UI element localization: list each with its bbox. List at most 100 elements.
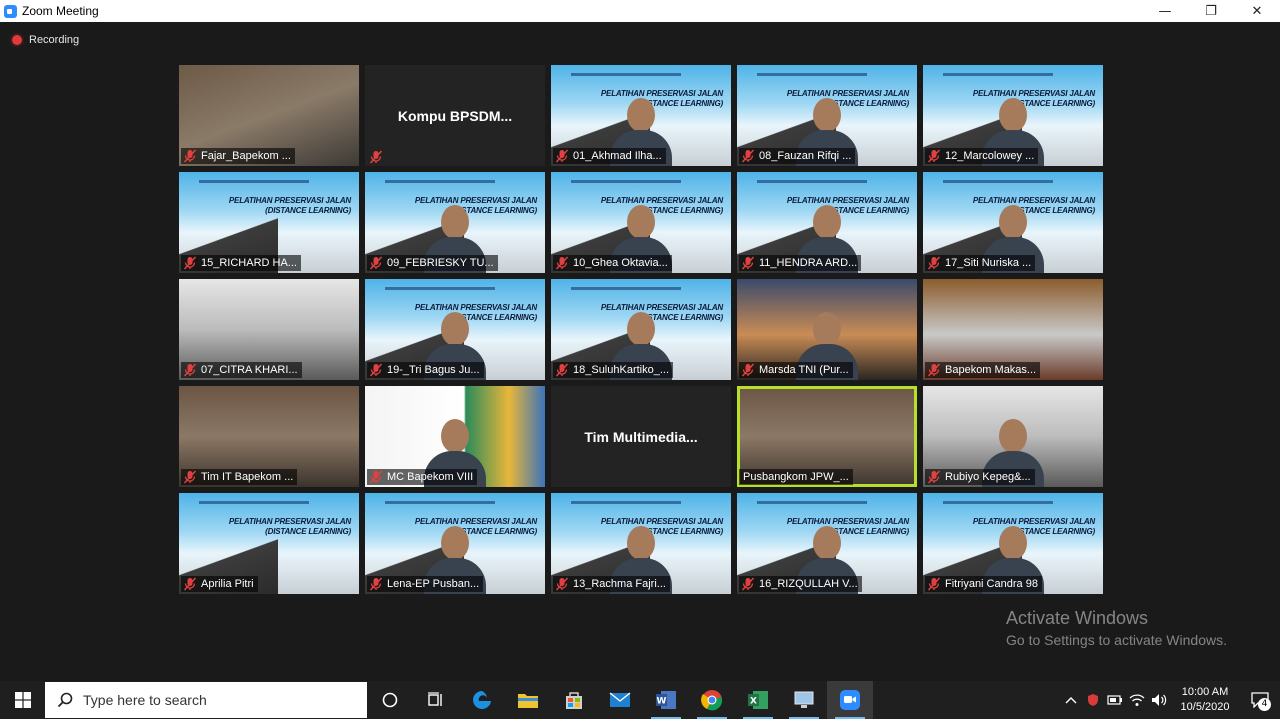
taskbar-store[interactable] xyxy=(551,681,597,719)
close-button[interactable]: ✕ xyxy=(1234,0,1280,22)
taskbar-file-explorer[interactable] xyxy=(505,681,551,719)
participant-tile[interactable]: Tim Multimedia... xyxy=(551,386,731,487)
cortana-button[interactable] xyxy=(367,681,413,719)
gallery-grid: Fajar_Bapekom ... Kompu BPSDM... PELATIHAN… xyxy=(179,65,1103,594)
participant-tile[interactable]: PELATIHAN PRESERVASI JALAN (DISTANCE LEA… xyxy=(737,65,917,166)
mic-muted-icon xyxy=(555,256,569,270)
recording-indicator[interactable]: Recording xyxy=(12,34,79,46)
task-view-icon xyxy=(428,692,442,706)
folder-icon xyxy=(518,694,538,708)
taskbar-edge[interactable] xyxy=(459,681,505,719)
remote-desktop-icon xyxy=(794,691,814,708)
participant-name: Fitriyani Candra 98 xyxy=(945,578,1038,590)
participant-name-label: 17_Siti Nuriska ... xyxy=(925,255,1036,271)
participant-tile[interactable]: Kompu BPSDM... xyxy=(365,65,545,166)
system-tray: 10:00 AM 10/5/2020 4 xyxy=(1060,681,1280,719)
tray-volume[interactable] xyxy=(1148,681,1170,719)
participant-tile[interactable]: PELATIHAN PRESERVASI JALAN (DISTANCE LEA… xyxy=(365,172,545,273)
recording-dot-icon xyxy=(12,35,22,45)
clock-time: 10:00 AM xyxy=(1181,686,1229,698)
taskbar-excel[interactable]: X xyxy=(735,681,781,719)
slide-header-strip xyxy=(571,501,681,504)
participant-tile[interactable]: PELATIHAN PRESERVASI JALAN (DISTANCE LEA… xyxy=(179,493,359,594)
participant-name-label: 09_FEBRIESKY TU... xyxy=(367,255,498,271)
mic-muted-icon xyxy=(927,470,941,484)
mic-muted-icon xyxy=(183,470,197,484)
slide-header-strip xyxy=(199,501,309,504)
participant-tile[interactable]: Rubiyo Kepeg&... xyxy=(923,386,1103,487)
participant-tile[interactable]: PELATIHAN PRESERVASI JALAN (DISTANCE LEA… xyxy=(923,65,1103,166)
participant-name-label: Pusbangkom JPW_... xyxy=(739,469,853,485)
slide-header-strip xyxy=(571,287,681,290)
mic-muted-icon xyxy=(183,256,197,270)
participant-tile[interactable]: PELATIHAN PRESERVASI JALAN (DISTANCE LEA… xyxy=(551,172,731,273)
participant-tile[interactable]: Pusbangkom JPW_... xyxy=(737,386,917,487)
taskbar-chrome[interactable] xyxy=(689,681,735,719)
tray-overflow-button[interactable] xyxy=(1060,681,1082,719)
taskbar-mail[interactable] xyxy=(597,681,643,719)
participant-name: 07_CITRA KHARI... xyxy=(201,364,298,376)
participant-name: Bapekom Makas... xyxy=(945,364,1037,376)
participant-name: 08_Fauzan Rifqi ... xyxy=(759,150,852,162)
participant-tile[interactable]: PELATIHAN PRESERVASI JALAN (DISTANCE LEA… xyxy=(923,493,1103,594)
watermark-subtitle: Go to Settings to activate Windows. xyxy=(1006,632,1227,648)
taskbar: Type here to search W X 10:00 AM 10/5/20… xyxy=(0,681,1280,719)
participant-tile[interactable]: MC Bapekom VIII xyxy=(365,386,545,487)
participant-name-label: 15_RICHARD HA... xyxy=(181,255,301,271)
participant-name-label: 13_Rachma Fajri... xyxy=(553,576,670,592)
participant-tile[interactable]: PELATIHAN PRESERVASI JALAN (DISTANCE LEA… xyxy=(551,493,731,594)
taskbar-word[interactable]: W xyxy=(643,681,689,719)
chevron-up-icon xyxy=(1065,697,1077,704)
start-button[interactable] xyxy=(0,681,45,719)
participant-display-name: Tim Multimedia... xyxy=(584,428,698,445)
participant-name: Tim IT Bapekom ... xyxy=(201,471,294,483)
maximize-button[interactable]: ❐ xyxy=(1188,0,1234,22)
mic-muted-icon xyxy=(555,363,569,377)
participant-tile[interactable]: PELATIHAN PRESERVASI JALAN (DISTANCE LEA… xyxy=(179,172,359,273)
taskbar-clock[interactable]: 10:00 AM 10/5/2020 xyxy=(1170,685,1240,715)
slide-header-strip xyxy=(757,73,867,76)
tray-battery[interactable] xyxy=(1104,681,1126,719)
word-app-icon: W xyxy=(656,691,676,709)
participant-tile[interactable]: PELATIHAN PRESERVASI JALAN (DISTANCE LEA… xyxy=(737,172,917,273)
participant-tile[interactable]: PELATIHAN PRESERVASI JALAN (DISTANCE LEA… xyxy=(551,279,731,380)
participant-name: Fajar_Bapekom ... xyxy=(201,150,291,162)
shield-alert-icon xyxy=(1087,694,1099,706)
face xyxy=(813,205,841,239)
mic-muted-icon xyxy=(555,577,569,591)
participant-tile[interactable]: Bapekom Makas... xyxy=(923,279,1103,380)
tray-network[interactable] xyxy=(1126,681,1148,719)
cortana-circle-icon xyxy=(382,692,398,708)
taskbar-remote-desktop[interactable] xyxy=(781,681,827,719)
face xyxy=(999,98,1027,132)
mic-muted-icon xyxy=(369,149,383,164)
participant-name: Pusbangkom JPW_... xyxy=(743,471,849,483)
face xyxy=(441,312,469,346)
slide-header-strip xyxy=(571,180,681,183)
participant-tile[interactable]: PELATIHAN PRESERVASI JALAN (DISTANCE LEA… xyxy=(737,493,917,594)
task-view-button[interactable] xyxy=(413,681,459,719)
taskbar-zoom[interactable] xyxy=(827,681,873,719)
participant-tile[interactable]: Tim IT Bapekom ... xyxy=(179,386,359,487)
face xyxy=(441,526,469,560)
participant-tile[interactable]: 07_CITRA KHARI... xyxy=(179,279,359,380)
participant-tile[interactable]: PELATIHAN PRESERVASI JALAN (DISTANCE LEA… xyxy=(365,493,545,594)
mic-muted-icon xyxy=(183,363,197,377)
taskbar-search[interactable]: Type here to search xyxy=(45,682,367,718)
minimize-button[interactable]: — xyxy=(1142,0,1188,22)
face xyxy=(999,419,1027,453)
face xyxy=(813,526,841,560)
participant-tile[interactable]: Fajar_Bapekom ... xyxy=(179,65,359,166)
participant-tile[interactable]: PELATIHAN PRESERVASI JALAN (DISTANCE LEA… xyxy=(365,279,545,380)
tray-security[interactable] xyxy=(1082,681,1104,719)
participant-name: 01_Akhmad Ilha... xyxy=(573,150,662,162)
action-center-button[interactable]: 4 xyxy=(1240,681,1280,719)
participant-tile[interactable]: PELATIHAN PRESERVASI JALAN (DISTANCE LEA… xyxy=(551,65,731,166)
chrome-browser-icon xyxy=(701,690,723,711)
mic-muted-icon xyxy=(369,577,383,591)
participant-tile[interactable]: Marsda TNI (Pur... xyxy=(737,279,917,380)
participant-name-label: Lena-EP Pusban... xyxy=(367,576,484,592)
participant-name-label: Fitriyani Candra 98 xyxy=(925,576,1042,592)
participant-name-label: 16_RIZQULLAH V... xyxy=(739,576,862,592)
participant-tile[interactable]: PELATIHAN PRESERVASI JALAN (DISTANCE LEA… xyxy=(923,172,1103,273)
